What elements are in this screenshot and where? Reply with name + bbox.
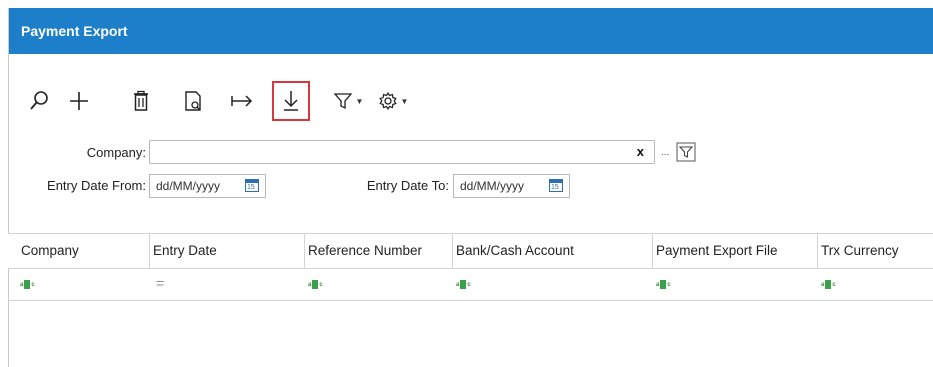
window-title: Payment Export — [9, 8, 933, 54]
add-icon — [68, 90, 90, 112]
company-filter-button[interactable] — [676, 142, 696, 162]
column-header-company[interactable]: Company — [18, 234, 150, 268]
lookup-button[interactable]: ... — [661, 147, 669, 158]
calendar-icon[interactable]: 15 — [245, 179, 259, 192]
grid-filter-row: ac = ac ac ac ac — [8, 268, 933, 301]
delete-button[interactable] — [128, 84, 154, 118]
entry-date-to-placeholder: dd/MM/yyyy — [460, 179, 525, 193]
text-filter-icon[interactable]: ac — [656, 280, 671, 289]
filter-icon — [333, 91, 353, 111]
download-button[interactable] — [272, 81, 310, 121]
settings-icon — [378, 91, 398, 111]
chevron-down-icon: ▼ — [355, 96, 364, 106]
filter-icon — [676, 142, 696, 166]
entry-date-from-placeholder: dd/MM/yyyy — [156, 179, 221, 193]
settings-dropdown-button[interactable]: ▼ — [372, 84, 414, 118]
equals-filter-icon[interactable]: = — [156, 276, 164, 290]
company-input[interactable]: x — [149, 140, 655, 164]
column-header-entry-date[interactable]: Entry Date — [150, 234, 305, 268]
entry-date-from-label: Entry Date From: — [47, 178, 146, 193]
calendar-icon[interactable]: 15 — [549, 179, 563, 192]
filter-dropdown-button[interactable]: ▼ — [328, 84, 368, 118]
entry-date-to-label: Entry Date To: — [366, 178, 449, 193]
text-filter-icon[interactable]: ac — [20, 280, 35, 289]
text-filter-icon[interactable]: ac — [456, 280, 471, 289]
column-header-reference-number[interactable]: Reference Number — [305, 234, 453, 268]
download-icon — [281, 89, 301, 113]
entry-date-to-field[interactable]: dd/MM/yyyy 15 — [453, 174, 570, 198]
delete-icon — [131, 90, 151, 112]
toolbar: ▼ ▼ — [16, 81, 436, 121]
grid-header: Company Entry Date Reference Number Bank… — [8, 233, 933, 269]
search-icon — [28, 90, 50, 112]
chevron-down-icon: ▼ — [400, 96, 409, 106]
search-button[interactable] — [26, 84, 52, 118]
text-filter-icon[interactable]: ac — [308, 280, 323, 289]
column-header-bank-cash-account[interactable]: Bank/Cash Account — [453, 234, 653, 268]
export-arrow-icon — [230, 91, 254, 111]
add-button[interactable] — [66, 84, 92, 118]
clear-company-button[interactable]: x — [637, 144, 644, 159]
company-label: Company: — [86, 145, 146, 160]
export-button[interactable] — [228, 84, 256, 118]
column-header-trx-currency[interactable]: Trx Currency — [818, 234, 933, 268]
text-filter-icon[interactable]: ac — [821, 280, 836, 289]
column-header-payment-export-file[interactable]: Payment Export File — [653, 234, 818, 268]
preview-icon — [182, 90, 204, 112]
entry-date-from-field[interactable]: dd/MM/yyyy 15 — [149, 174, 266, 198]
preview-button[interactable] — [180, 84, 206, 118]
